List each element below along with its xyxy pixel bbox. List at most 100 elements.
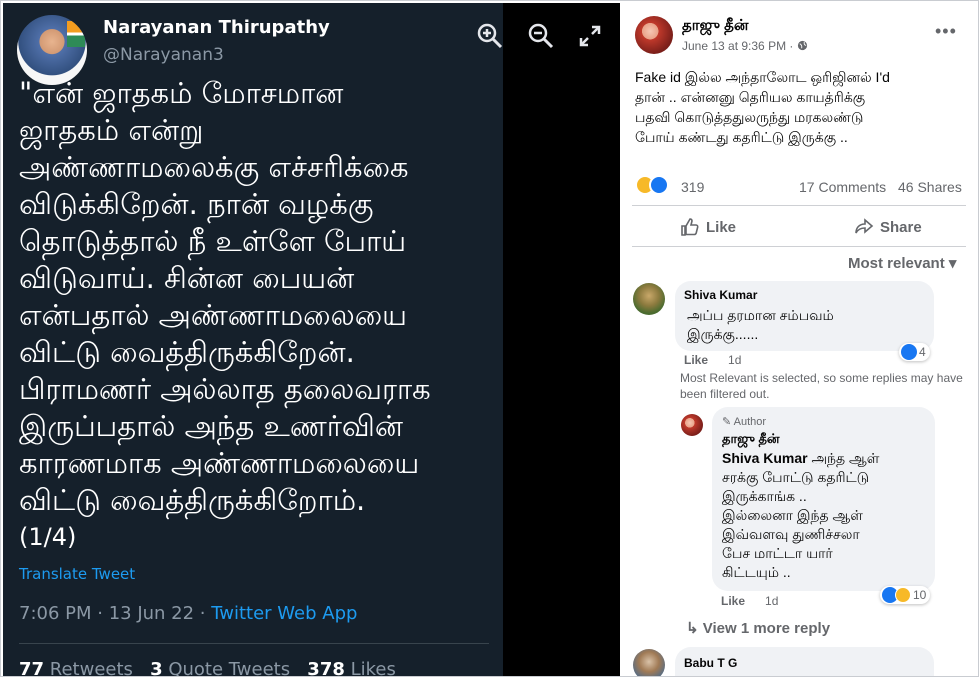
- comment-age[interactable]: 1d: [728, 353, 741, 367]
- commenter-avatar[interactable]: [633, 649, 665, 676]
- tweet-timestamp: 7:06 PM · 13 Jun 22 · Twitter Web App: [19, 603, 357, 624]
- comment-bubble: Babu T G: [675, 647, 934, 676]
- reply-text-line: இவ்வளவு துணிச்சலா: [722, 526, 860, 542]
- tweet-text-line: விடுவாய். சின்ன பையன்: [19, 261, 355, 295]
- comment-author[interactable]: Shiva Kumar: [684, 288, 757, 302]
- tweet-card: Narayanan Thirupathy @Narayanan3 "என் ஜா…: [3, 3, 503, 676]
- reply-arrow-icon: ↳: [686, 620, 699, 637]
- quote-tweets-stat[interactable]: 3 Quote Tweets: [150, 659, 290, 676]
- author-badge: ✎ Author: [722, 415, 766, 428]
- retweets-stat[interactable]: 77 Retweets: [19, 659, 133, 676]
- comment-text-line: அப்ப தரமான சம்பவம்: [687, 307, 834, 323]
- thread-count: (1/4): [19, 523, 77, 551]
- tweet-text-line: இருப்பதால் அந்த உணர்வின்: [19, 409, 403, 443]
- likes-label: Likes: [344, 659, 396, 676]
- reply-text-line: இருக்காங்க ..: [722, 488, 807, 504]
- reply-text-line: கிட்டயும் ..: [722, 564, 791, 580]
- zoom-out-button[interactable]: [526, 21, 556, 51]
- shares-count[interactable]: 46 Shares: [898, 179, 962, 195]
- tweet-text-line: அண்ணாமலைக்கு எச்சரிக்கை: [19, 150, 409, 184]
- quotes-label: Quote Tweets: [162, 659, 291, 676]
- reply-author[interactable]: தாஜு தீன்: [722, 431, 780, 448]
- retweets-label: Retweets: [44, 659, 133, 676]
- post-text: Fake id இல்ல அந்தாலோட ஒரிஜினல் I'd தான் …: [635, 67, 970, 147]
- reply-first-line-text: அந்த ஆள்: [807, 450, 880, 466]
- share-label: Share: [880, 218, 922, 236]
- tweet-stats: 77 Retweets 3 Quote Tweets 378 Likes: [19, 659, 396, 676]
- sort-comments-dropdown[interactable]: Most relevant ▾: [848, 254, 956, 272]
- reply-text-line: சரக்கு போட்டு கதரிட்டு: [722, 469, 870, 485]
- reply-text-line: பேச மாட்டா யார்: [722, 545, 833, 561]
- tweet-text-line: பிராமணர் அல்லாத தலைவராக: [19, 372, 431, 406]
- comment-bubble: Shiva Kumar அப்ப தரமான சம்பவம் இருக்கு..…: [675, 281, 934, 351]
- reply-reactions[interactable]: 10: [880, 586, 931, 604]
- reply-age[interactable]: 1d: [765, 594, 778, 608]
- commenter-avatar[interactable]: [633, 283, 665, 315]
- comment-author[interactable]: Babu T G: [684, 656, 737, 670]
- like-label: Like: [706, 218, 737, 236]
- tweet-text-line: விட்டு வைத்திருக்கிறோம்.: [19, 483, 366, 517]
- share-arrow-icon: [855, 218, 874, 234]
- comment-reactions[interactable]: 4: [899, 343, 930, 361]
- post-text-line: போய் கண்டது கதரிட்டு இருக்கு ..: [635, 129, 848, 145]
- quotes-count: 3: [150, 659, 163, 676]
- fullscreen-icon: [579, 25, 601, 47]
- tweet-text-line: விடுக்கிறேன். நான் வழக்கு: [19, 187, 374, 221]
- timestamp-text[interactable]: 7:06 PM · 13 Jun 22 ·: [19, 603, 211, 624]
- post-author-name[interactable]: தாஜு தீன்: [682, 17, 748, 36]
- tweet-text-line: "என் ஜாதகம் மோசமான: [19, 76, 344, 110]
- translate-tweet-link[interactable]: Translate Tweet: [19, 565, 135, 583]
- view-more-label: View 1 more reply: [702, 620, 831, 637]
- haha-reaction-icon: [895, 587, 911, 603]
- thumbs-up-icon: [681, 218, 699, 236]
- zoom-in-icon: [477, 23, 503, 49]
- post-author-avatar[interactable]: [635, 16, 673, 54]
- like-button[interactable]: Like: [680, 217, 736, 237]
- filter-note: Most Relevant is selected, so some repli…: [680, 371, 963, 401]
- likes-stat[interactable]: 378 Likes: [307, 659, 396, 676]
- comments-count[interactable]: 17 Comments: [799, 179, 886, 195]
- comment-meta: Like 1d: [684, 353, 741, 367]
- reply-reaction-count: 10: [913, 588, 927, 602]
- retweets-count: 77: [19, 659, 45, 676]
- reply-meta: Like 1d: [721, 594, 778, 608]
- comment-text: அப்ப தரமான சம்பவம் இருக்கு......: [687, 306, 834, 344]
- zoom-in-button[interactable]: [475, 21, 505, 51]
- more-options-button[interactable]: •••: [935, 21, 957, 42]
- post-timestamp: June 13 at 9:36 PM ·: [682, 39, 808, 53]
- mention-link[interactable]: Shiva Kumar: [722, 450, 808, 466]
- divider: [632, 205, 966, 206]
- likes-count: 378: [307, 659, 345, 676]
- tweet-handle[interactable]: @Narayanan3: [103, 45, 224, 65]
- like-reaction-icon: [649, 175, 669, 195]
- share-button[interactable]: Share: [854, 217, 922, 237]
- tweet-text: "என் ஜாதகம் மோசமான ஜாதகம் என்று அண்ணாமலை…: [19, 75, 499, 519]
- reply-like-button[interactable]: Like: [721, 594, 745, 608]
- post-text-line: பதவி கொடுத்ததுலருந்து மரகலண்டு: [635, 109, 864, 125]
- globe-icon: [797, 40, 807, 51]
- divider: [632, 246, 966, 247]
- source-app-link[interactable]: Twitter Web App: [211, 603, 357, 624]
- view-more-replies-link[interactable]: ↳ View 1 more reply: [686, 619, 830, 637]
- fullscreen-button[interactable]: [575, 21, 605, 51]
- pencil-icon: ✎: [722, 416, 732, 428]
- comment-like-button[interactable]: Like: [684, 353, 708, 367]
- post-time-text[interactable]: June 13 at 9:36 PM ·: [682, 39, 797, 53]
- comment-text-line: இருக்கு......: [687, 326, 759, 342]
- reaction-icons[interactable]: [635, 175, 675, 197]
- reply-author-avatar[interactable]: [681, 414, 703, 436]
- tweet-text-line: விட்டு வைத்திருக்கிறேன்.: [19, 335, 355, 369]
- facebook-post: தாஜு தீன் June 13 at 9:36 PM · ••• Fake …: [620, 3, 978, 676]
- flag-icon: [67, 21, 85, 47]
- tweet-text-line: தொடுத்தால் நீ உள்ளே போய்: [19, 224, 407, 258]
- tweet-display-name[interactable]: Narayanan Thirupathy: [103, 17, 330, 38]
- comment-reaction-count: 4: [919, 345, 926, 359]
- post-text-line: தான் .. என்னனு தெரியல காயத்ரிக்கு: [635, 89, 866, 105]
- tweet-text-line: என்பதால் அண்ணாமலையை: [19, 298, 408, 332]
- author-badge-label: Author: [733, 416, 767, 428]
- tweet-text-line: காரணமாக அண்ணாமலையை: [19, 446, 420, 480]
- reaction-count[interactable]: 319: [681, 179, 704, 195]
- image-viewer-strip: [477, 3, 620, 676]
- like-reaction-icon: [901, 344, 917, 360]
- zoom-out-icon: [528, 23, 554, 49]
